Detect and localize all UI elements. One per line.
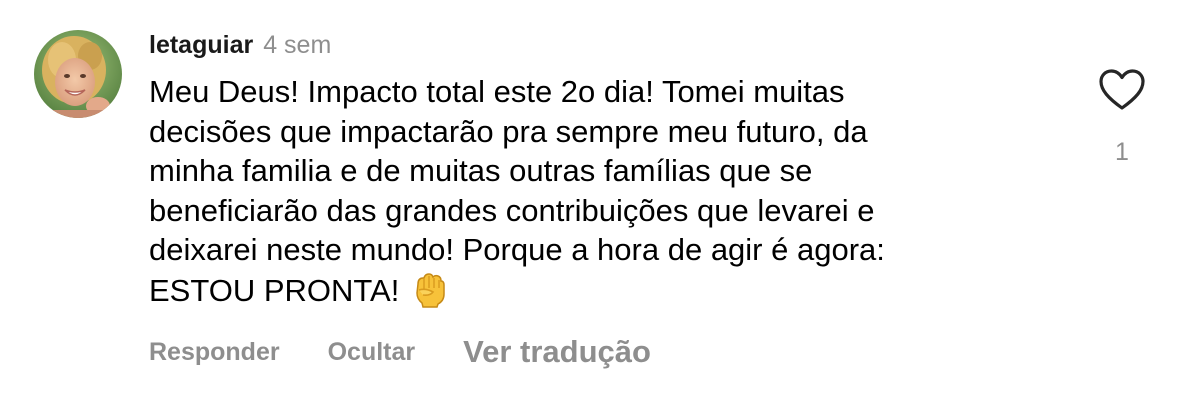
- hide-button[interactable]: Ocultar: [328, 338, 416, 367]
- comment-text-line: decisões que impactarão pra sempre meu f…: [149, 113, 868, 149]
- like-button[interactable]: [1098, 68, 1146, 112]
- comment-text-line: beneficiarão das grandes contribuições q…: [149, 192, 875, 228]
- heart-icon: [1099, 69, 1145, 110]
- timestamp: 4 sem: [263, 31, 332, 59]
- see-translation-button[interactable]: Ver tradução: [463, 334, 651, 370]
- comment-header: letaguiar 4 sem: [149, 31, 331, 65]
- avatar-image: [34, 30, 122, 118]
- like-count: 1: [1115, 138, 1129, 166]
- comment-actions: Responder Ocultar Ver tradução: [149, 332, 651, 372]
- comment-text-line: minha familia e de muitas outras família…: [149, 153, 813, 188]
- comment-text-line: deixarei neste mundo! Porque a hora de a…: [149, 232, 885, 267]
- like-column: 1: [1096, 68, 1148, 168]
- comment-text-line: Meu Deus! Impacto total este 2o dia! Tom…: [149, 74, 845, 109]
- comment-text-line: ESTOU PRONTA!: [149, 272, 400, 308]
- comment: letaguiar 4 sem Meu Deus! Impacto total …: [0, 0, 1200, 410]
- comment-text: Meu Deus! Impacto total este 2o dia! Tom…: [149, 72, 1049, 317]
- username[interactable]: letaguiar: [149, 31, 253, 60]
- avatar[interactable]: [34, 30, 122, 118]
- comment-text-last-line: ESTOU PRONTA!: [149, 270, 1049, 318]
- raised-fist-icon: [413, 270, 447, 318]
- reply-button[interactable]: Responder: [149, 338, 280, 367]
